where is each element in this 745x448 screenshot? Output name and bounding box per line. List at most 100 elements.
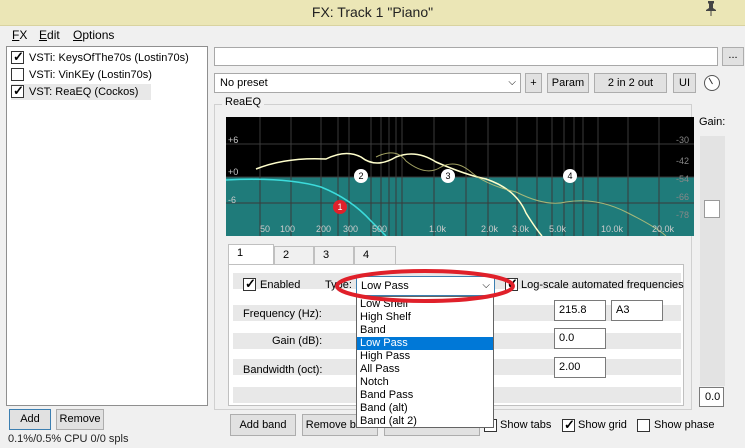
type-option[interactable]: All Pass [357,363,493,376]
checkmark-icon: ✓ [564,417,575,432]
cpu-status: 0.1%/0.5% CPU 0/0 spls [8,433,129,445]
checkmark-icon: ✓ [507,276,518,291]
ui-button[interactable]: UI [673,73,696,93]
freq-label: 2.0k [481,224,499,234]
preset-value: No preset [220,77,268,89]
checkmark-icon: ✓ [13,49,24,64]
freq-label: 100 [280,224,296,234]
db-label: -78 [676,210,690,220]
show-grid-checkbox[interactable]: ✓ [562,417,575,432]
window-title: FX: Track 1 "Piano" [311,4,434,20]
type-select[interactable]: Low Pass ⌵ [356,276,495,296]
wet-knob-icon[interactable] [704,75,720,91]
menu-fx-rest: X [19,28,28,42]
logscale-label: Log-scale automated frequencies [521,279,684,291]
show-grid-label: Show grid [578,419,627,431]
bandwidth-field[interactable]: 2.00 [554,357,606,378]
note-field[interactable]: A3 [611,300,663,321]
band-marker-4[interactable]: 4 [563,169,577,183]
param-button[interactable]: Param [547,73,589,93]
eq-graph-svg [226,117,694,236]
freq-label: 10.0k [601,224,624,234]
enabled-checkbox[interactable]: ✓ [243,276,256,291]
fx-name-field[interactable] [214,47,718,66]
show-phase-checkbox[interactable] [637,419,650,432]
io-routing-button[interactable]: 2 in 2 out [594,73,667,93]
checkmark-icon: ✓ [245,276,256,291]
band-marker-2[interactable]: 2 [354,169,368,183]
db-label: +0 [228,167,239,177]
fx-enable-checkbox[interactable]: ✓ [11,83,24,98]
fx-item-label: VSTi: KeysOfThe70s (Lostin70s) [29,52,189,64]
freq-label: 200 [316,224,332,234]
tab-band-1[interactable]: 1 [228,244,274,264]
menu-options[interactable]: Options [73,28,114,42]
chevron-down-icon: ⌵ [508,77,516,88]
type-option[interactable]: High Shelf [357,311,493,324]
fx-item-label: VSTi: VinKEy (Lostin70s) [29,69,152,81]
add-preset-button[interactable]: + [525,73,542,93]
gain-value-field[interactable]: 0.0 [699,387,724,407]
type-option[interactable]: Notch [357,376,493,389]
scrollbar[interactable] [726,26,745,448]
gain-db-field[interactable]: 0.0 [554,328,606,349]
fx-item-reaeq[interactable]: ✓ VST: ReaEQ (Cockos) [11,83,151,100]
type-dropdown-list[interactable]: Low Shelf High Shelf Band Low Pass High … [356,296,494,428]
freq-label: 3.0k [512,224,530,234]
bandwidth-label: Bandwidth (oct): [243,364,323,376]
menu-edit[interactable]: Edit [39,28,60,42]
freq-label: 50 [260,224,271,234]
remove-fx-button[interactable]: Remove [56,409,104,430]
menu-options-rest: ptions [82,28,115,42]
db-label: -6 [228,195,237,205]
preset-select[interactable]: No preset ⌵ [214,73,521,93]
enabled-label: Enabled [260,279,301,291]
gain-slider-handle[interactable] [704,200,720,218]
logscale-checkbox[interactable]: ✓ [505,276,518,291]
tab-band-3[interactable]: 3 [314,246,354,265]
band-marker-1[interactable]: 1 [333,200,347,214]
band-marker-3[interactable]: 3 [441,169,455,183]
type-option-selected[interactable]: Low Pass [357,337,493,350]
db-label: +6 [228,135,239,145]
menu-fx[interactable]: FX [12,28,27,42]
fx-enable-checkbox[interactable] [11,68,24,81]
freq-label: 5.0k [549,224,567,234]
show-tabs-label: Show tabs [500,419,552,431]
gain-slider-track[interactable] [700,136,725,386]
eq-graph[interactable]: +6 +0 -6 -30 -42 -54 -66 -78 50 100 200 … [226,117,694,236]
frequency-label: Frequency (Hz): [243,308,322,320]
type-option[interactable]: Band (alt) [357,402,493,415]
tab-band-2[interactable]: 2 [274,246,314,265]
add-band-button[interactable]: Add band [230,414,296,436]
tab-band-4[interactable]: 4 [354,246,396,265]
type-option[interactable]: Band Pass [357,389,493,402]
knob-pointer [708,77,713,85]
db-label: -66 [676,192,690,202]
freq-label: 20.0k [652,224,675,234]
type-option[interactable]: Band (alt 2) [357,415,493,428]
freq-label: 500 [372,224,388,234]
eq-fill [226,177,694,236]
fx-item-label: VST: ReaEQ (Cockos) [29,86,139,98]
add-fx-button[interactable]: Add [9,409,51,430]
checkmark-icon: ✓ [13,83,24,98]
plugin-name: ReaEQ [222,96,265,108]
freq-label: 300 [343,224,359,234]
type-option[interactable]: Low Shelf [357,298,493,311]
chevron-down-icon: ⌵ [482,280,490,291]
show-phase-label: Show phase [654,419,715,431]
fx-enable-checkbox[interactable]: ✓ [11,49,24,64]
type-value: Low Pass [361,280,409,292]
type-option[interactable]: Band [357,324,493,337]
type-label: Type: [325,279,352,291]
menu-options-hotkey: O [73,28,83,42]
pin-icon[interactable] [700,0,722,20]
db-label: -54 [676,174,690,184]
frequency-field[interactable]: 215.8 [554,300,606,321]
type-option[interactable]: High Pass [357,350,493,363]
menu-edit-rest: dit [47,28,60,42]
title-bar: FX: Track 1 "Piano" [0,0,745,26]
gain-db-label: Gain (dB): [272,335,323,347]
fx-chain-list[interactable]: ✓ VSTi: KeysOfThe70s (Lostin70s) VSTi: V… [6,46,208,406]
